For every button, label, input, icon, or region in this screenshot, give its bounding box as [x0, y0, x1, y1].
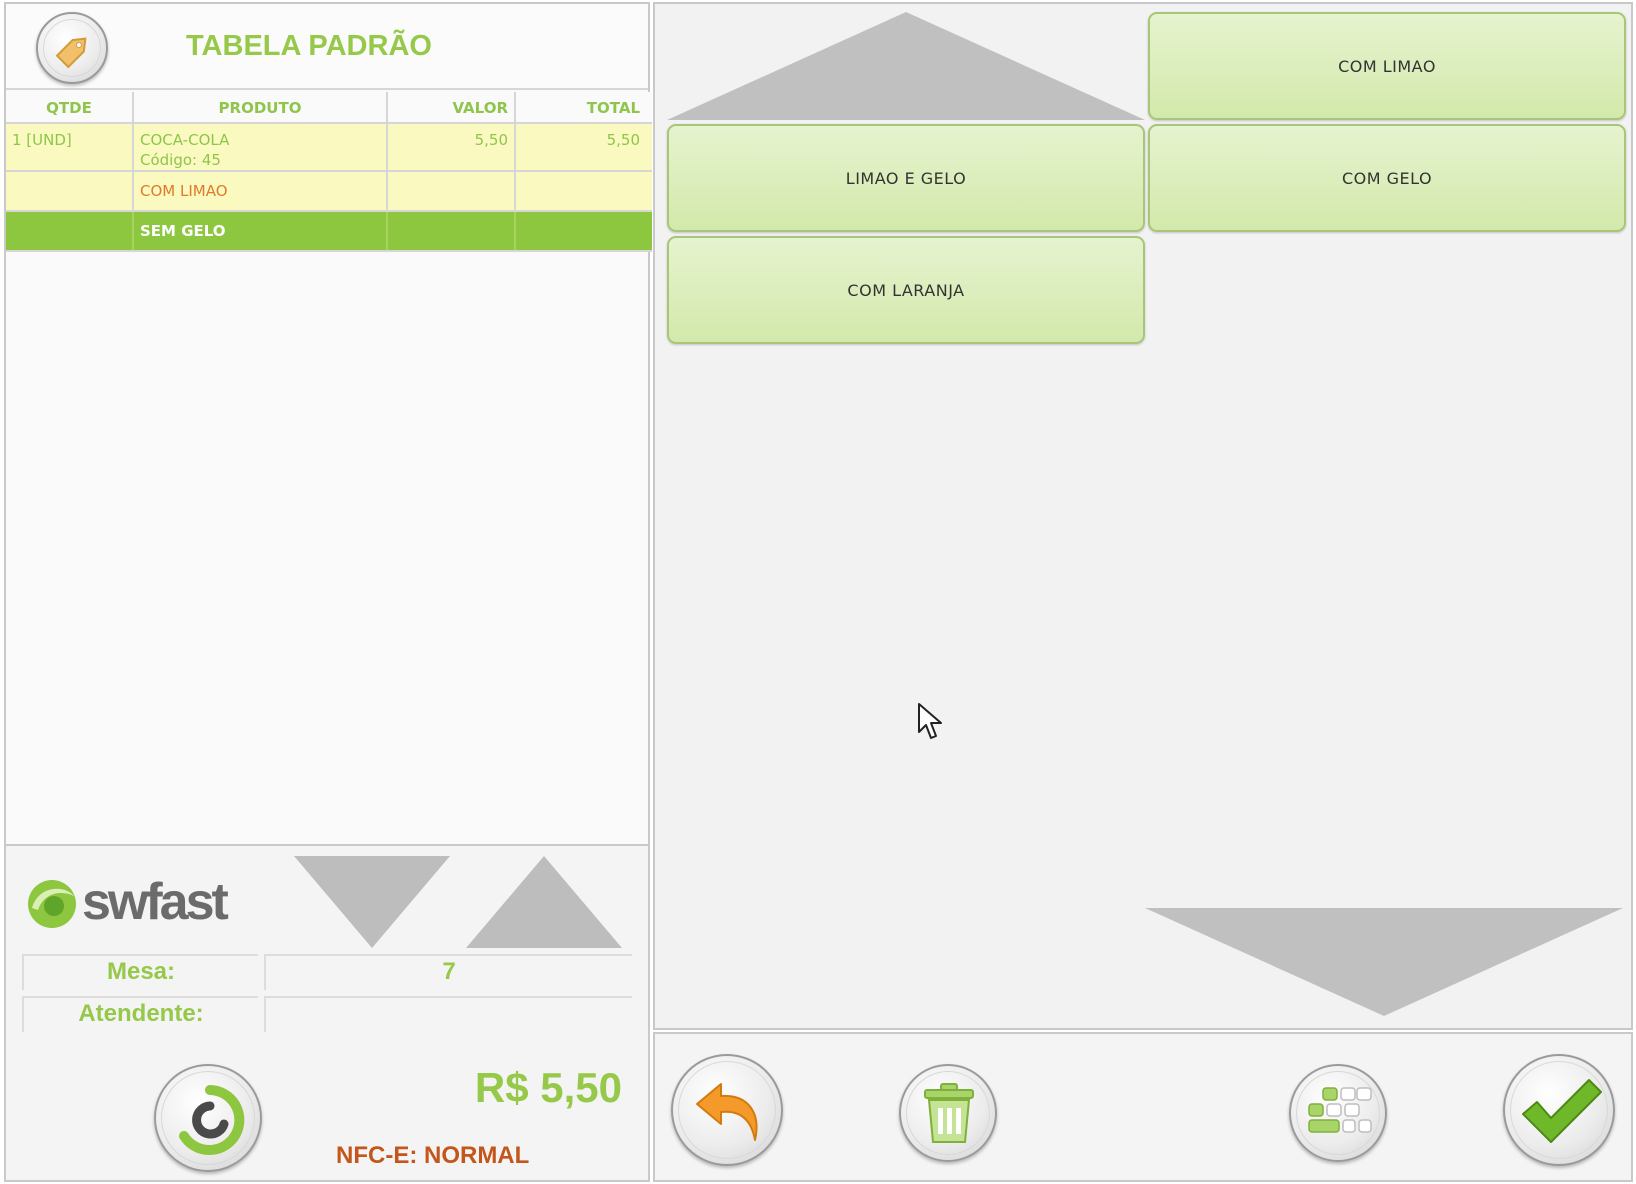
item-valor: 5,50	[388, 124, 516, 170]
modifier-valor	[388, 172, 516, 210]
back-button[interactable]	[671, 1054, 783, 1166]
swfast-swirl-icon	[179, 1085, 245, 1155]
order-item-row[interactable]: 1 [UND] COCA-COLA Código: 45 5,50 5,50	[6, 124, 652, 172]
option-button-com-gelo[interactable]: COM GELO	[1148, 124, 1626, 232]
column-header-total[interactable]: TOTAL	[516, 92, 646, 122]
order-total: R$ 5,50	[474, 1064, 622, 1111]
option-button-com-limao[interactable]: COM LIMAO	[1148, 12, 1626, 120]
options-panel: COM LIMAO LIMAO E GELO COM GELO COM LARA…	[653, 2, 1633, 1030]
order-footer: swfast Mesa: 7 Atendente: R$ 5,50 NFC-E:…	[6, 844, 648, 1180]
item-total: 5,50	[606, 131, 640, 149]
trash-icon	[924, 1083, 974, 1143]
price-table-title: TABELA PADRÃO	[186, 30, 432, 62]
atendente-label: Atendente:	[22, 996, 258, 1032]
delete-button[interactable]	[899, 1064, 997, 1162]
keyboard-icon	[1308, 1087, 1372, 1133]
modifier-qtde	[6, 172, 134, 210]
modifier-total	[516, 172, 646, 210]
item-name: COCA-COLA	[140, 131, 230, 149]
mesa-label: Mesa:	[22, 954, 258, 990]
options-scroll-down-button[interactable]	[1145, 908, 1623, 1016]
column-header-produto[interactable]: PRODUTO	[134, 92, 388, 122]
modifier-row[interactable]: COM LIMAO	[6, 172, 652, 212]
modifier-total	[516, 212, 646, 250]
scroll-up-button[interactable]	[466, 856, 622, 952]
scroll-down-button[interactable]	[294, 856, 450, 952]
order-header: TABELA PADRÃO	[6, 4, 648, 90]
swfast-logo: swfast	[24, 873, 244, 934]
grid-header: QTDE PRODUTO VALOR TOTAL	[6, 92, 652, 124]
item-qtde: 1 [UND]	[6, 124, 134, 170]
logo-text: swfast	[82, 873, 229, 931]
modifier-qtde	[6, 212, 134, 250]
column-header-qtde[interactable]: QTDE	[6, 92, 134, 122]
options-scroll-up-button[interactable]	[667, 12, 1145, 120]
action-bar	[653, 1032, 1633, 1182]
price-tag-icon	[55, 37, 87, 69]
undo-arrow-icon	[696, 1083, 758, 1141]
modifier-label: COM LIMAO	[134, 172, 388, 210]
keyboard-button[interactable]	[1289, 1064, 1387, 1162]
price-table-button[interactable]	[36, 12, 108, 84]
order-grid: QTDE PRODUTO VALOR TOTAL 1 [UND] COCA-CO…	[6, 92, 652, 252]
atendente-value	[264, 996, 632, 1032]
checkmark-icon	[1522, 1079, 1602, 1143]
option-button-limao-e-gelo[interactable]: LIMAO E GELO	[667, 124, 1145, 232]
mouse-cursor-icon	[918, 703, 942, 739]
item-produto: COCA-COLA Código: 45	[134, 124, 388, 170]
nfce-status: NFC-E: NORMAL	[336, 1142, 530, 1169]
modifier-valor	[388, 212, 516, 250]
option-button-com-laranja[interactable]: COM LARANJA	[667, 236, 1145, 344]
column-header-valor[interactable]: VALOR	[388, 92, 516, 122]
item-code: Código: 45	[140, 151, 221, 169]
order-panel: TABELA PADRÃO QTDE PRODUTO VALOR TOTAL 1…	[4, 2, 652, 1182]
modifier-row-selected[interactable]: SEM GELO	[6, 212, 652, 252]
mesa-value: 7	[264, 954, 632, 990]
swfast-logo-icon	[28, 880, 76, 928]
customer-button[interactable]	[154, 1064, 262, 1172]
confirm-button[interactable]	[1503, 1054, 1615, 1166]
modifier-label: SEM GELO	[134, 212, 388, 250]
